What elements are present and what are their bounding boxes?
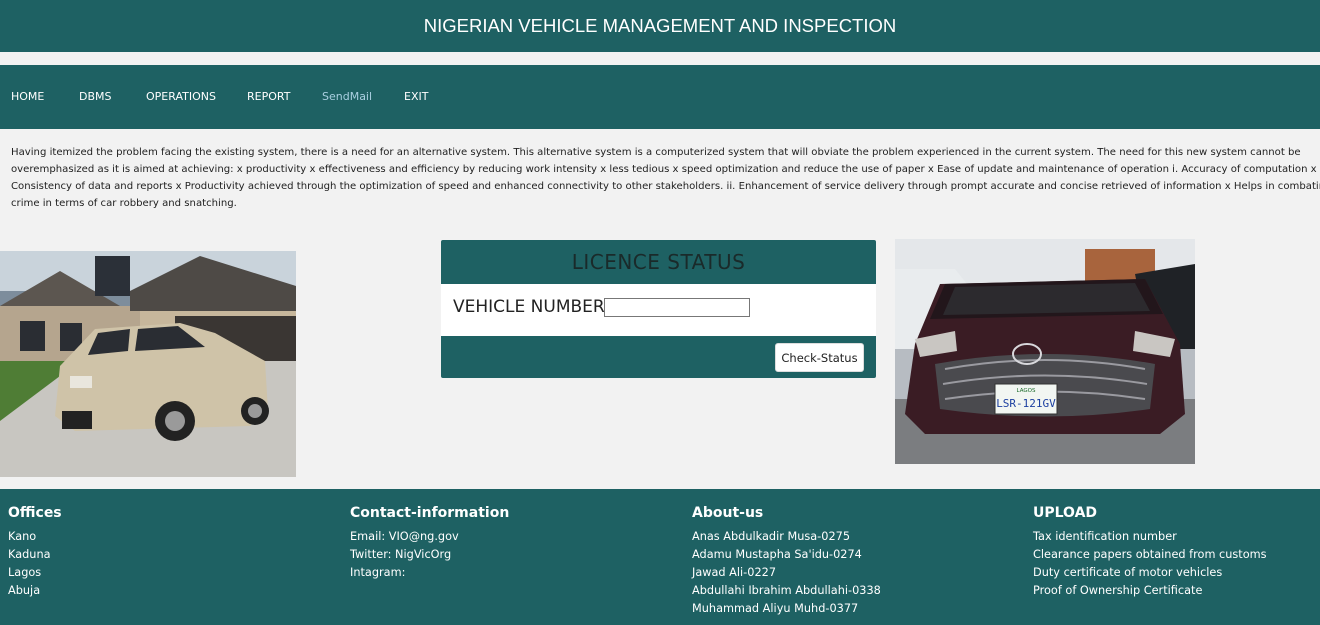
footer-about: About-us Anas Abdulkadir Musa-0275 Adamu… xyxy=(692,505,881,618)
about-member: Muhammad Aliyu Muhd-0377 xyxy=(692,602,859,615)
licence-status-title: LICENCE STATUS xyxy=(571,250,746,274)
contact-twitter: Twitter: NigVicOrg xyxy=(350,548,452,561)
upload-item: Proof of Ownership Certificate xyxy=(1033,584,1203,597)
site-footer: Offices Kano Kaduna Lagos Abuja Contact-… xyxy=(0,489,1320,625)
about-member: Jawad Ali-0227 xyxy=(692,566,777,579)
nav-operations[interactable]: OPERATIONS xyxy=(146,90,216,103)
car-image-left xyxy=(0,251,296,477)
site-header: NIGERIAN VEHICLE MANAGEMENT AND INSPECTI… xyxy=(0,0,1320,52)
upload-item: Duty certificate of motor vehicles xyxy=(1033,566,1223,579)
toyota-photo: LAGOS LSR-121GV xyxy=(895,239,1195,464)
nav-sendmail[interactable]: SendMail xyxy=(322,90,372,103)
site-title: NIGERIAN VEHICLE MANAGEMENT AND INSPECTI… xyxy=(423,15,897,36)
footer-upload-title: UPLOAD xyxy=(1033,505,1098,521)
footer-offices-title: Offices xyxy=(8,505,62,521)
car-image-right: LAGOS LSR-121GV xyxy=(895,239,1195,464)
plate-number: LSR-121GV xyxy=(996,397,1056,410)
office-item: Abuja xyxy=(8,584,41,597)
about-member: Adamu Mustapha Sa'idu-0274 xyxy=(692,548,862,561)
nav-report[interactable]: REPORT xyxy=(247,90,290,103)
office-item: Kaduna xyxy=(8,548,51,561)
footer-upload: UPLOAD Tax identification number Clearan… xyxy=(1033,505,1267,600)
licence-status-body: VEHICLE NUMBER xyxy=(441,284,876,336)
licence-status-panel: LICENCE STATUS VEHICLE NUMBER Check-Stat… xyxy=(441,240,876,378)
suv-photo xyxy=(0,251,296,477)
vehicle-number-input[interactable] xyxy=(604,298,750,317)
contact-instagram: Intagram: xyxy=(350,566,406,579)
plate-state: LAGOS xyxy=(1017,388,1036,394)
nav-exit[interactable]: EXIT xyxy=(404,90,428,103)
footer-contact: Contact-information Email: VIO@ng.gov Tw… xyxy=(350,505,509,582)
footer-contact-title: Contact-information xyxy=(350,505,510,521)
nav-home[interactable]: HOME xyxy=(11,90,44,103)
vehicle-number-label: VEHICLE NUMBER xyxy=(453,297,605,317)
about-member: Anas Abdulkadir Musa-0275 xyxy=(692,530,851,543)
about-member: Abdullahi Ibrahim Abdullahi-0338 xyxy=(692,584,881,597)
intro-paragraph: Having itemized the problem facing the e… xyxy=(11,147,1320,209)
office-item: Kano xyxy=(8,530,37,543)
main-nav: HOME DBMS OPERATIONS REPORT SendMail EXI… xyxy=(0,65,1320,129)
office-item: Lagos xyxy=(8,566,42,579)
contact-email: Email: VIO@ng.gov xyxy=(350,530,459,543)
nav-dbms[interactable]: DBMS xyxy=(79,90,112,103)
footer-offices: Offices Kano Kaduna Lagos Abuja xyxy=(8,505,62,600)
footer-about-title: About-us xyxy=(692,505,764,521)
upload-item: Clearance papers obtained from customs xyxy=(1033,548,1267,561)
upload-item: Tax identification number xyxy=(1033,530,1177,543)
check-status-button[interactable]: Check-Status xyxy=(775,343,864,372)
